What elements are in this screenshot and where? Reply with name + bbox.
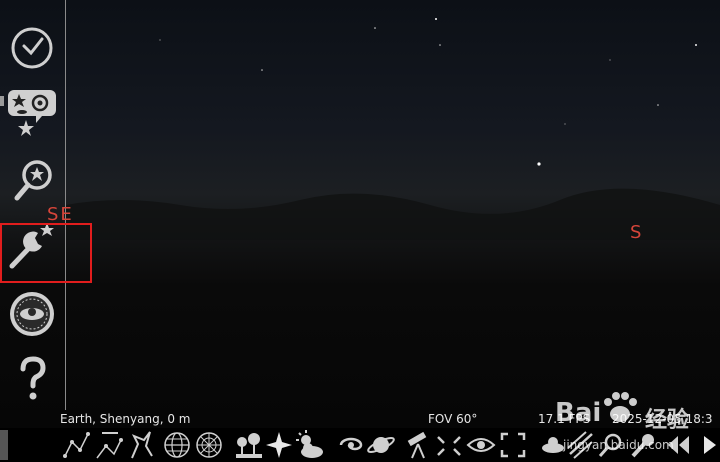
star [439, 44, 441, 46]
help-button[interactable] [6, 352, 58, 404]
clock-icon [11, 27, 53, 69]
search-button[interactable] [6, 154, 58, 206]
star [435, 18, 437, 20]
star [374, 27, 376, 29]
star [609, 59, 611, 61]
toolbar-toggle[interactable] [0, 430, 8, 460]
watermark-chinese: 经验 [645, 408, 690, 433]
paw-logo [604, 392, 637, 422]
constellation-labels-button[interactable] [94, 428, 124, 462]
constellation-labels-icon [96, 432, 123, 459]
planet-labels-button[interactable] [366, 428, 396, 462]
question-icon [20, 356, 46, 400]
telescope-icon [407, 431, 427, 459]
constellation-lines-button[interactable] [62, 428, 92, 462]
cardinal-southeast: SE [47, 204, 74, 225]
atmosphere-button[interactable] [294, 428, 324, 462]
search-star-icon [14, 160, 52, 201]
highlight-box [0, 223, 92, 283]
galaxy-icon [339, 437, 363, 451]
center-on-selected-button[interactable] [434, 428, 464, 462]
galaxy-settings-icon [8, 90, 56, 136]
watermark-url: jingyan.baidu.com [563, 438, 674, 452]
azimuthal-grid-button[interactable] [194, 428, 224, 462]
deep-sky-objects-button[interactable] [336, 428, 366, 462]
night-mode-button[interactable] [466, 428, 496, 462]
constellation-lines-icon [63, 432, 90, 458]
equatorial-grid-button[interactable] [162, 428, 192, 462]
cloud-sun-icon [296, 430, 323, 458]
ground-button[interactable] [234, 428, 264, 462]
watermark: Bai 经验 jingyan.baidu.com [555, 388, 720, 462]
constellation-art-icon [131, 431, 153, 459]
star [261, 69, 263, 71]
azimuthal-grid-icon [196, 432, 222, 458]
equatorial-grid-icon [164, 432, 190, 458]
cardinal-points-button[interactable] [264, 428, 294, 462]
sky-viewing-options-button[interactable] [6, 86, 58, 138]
ground-trees-icon [236, 433, 262, 458]
fov-label: FOV 60° [428, 412, 478, 426]
star [564, 123, 566, 125]
eye-icon [466, 438, 496, 452]
location-label: Earth, Shenyang, 0 m [60, 412, 191, 426]
horizon-treeline [66, 188, 720, 240]
fullscreen-icon [500, 432, 526, 458]
sidebar-toggle-arrow[interactable] [0, 96, 4, 106]
compass-star-icon [266, 432, 292, 458]
compass-dial-icon [10, 292, 54, 336]
equatorial-mount-button[interactable] [404, 428, 434, 462]
center-arrows-icon [437, 436, 461, 456]
cardinal-south: S [630, 222, 644, 243]
planet-icon [367, 437, 395, 453]
observatory-button[interactable] [6, 288, 58, 340]
star [537, 162, 541, 166]
star [695, 44, 697, 46]
constellation-art-button[interactable] [126, 428, 156, 462]
date-time-button[interactable] [6, 22, 58, 74]
star [159, 39, 161, 41]
watermark-brand: Bai [555, 398, 602, 428]
fullscreen-button[interactable] [498, 428, 528, 462]
star [657, 104, 659, 106]
